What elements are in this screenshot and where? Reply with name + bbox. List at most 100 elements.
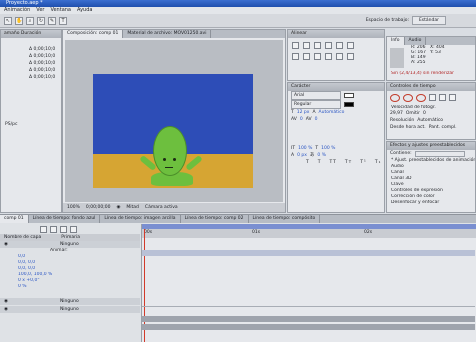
menu-animacion[interactable]: Animación: [4, 7, 30, 14]
fill-color-swatch[interactable]: [344, 93, 354, 98]
faux-bold-button[interactable]: T: [306, 159, 310, 166]
layer-2-parent[interactable]: Ninguno: [60, 298, 79, 305]
info-y: Y: 53: [430, 50, 441, 55]
horizontal-scale-value[interactable]: 100 %: [321, 145, 335, 152]
tab-timeline-comp01[interactable]: comp 01: [0, 215, 29, 223]
timeline-solo-icon[interactable]: [50, 225, 57, 233]
menu-ventana[interactable]: Ventana: [50, 7, 71, 14]
text-tool-icon[interactable]: T: [59, 16, 67, 25]
effects-category[interactable]: * Ajust. preestablecidos de animación: [387, 157, 475, 164]
tab-timeline-arcilla[interactable]: Línea de tiempo: imagen arcilla: [100, 215, 181, 223]
tab-footage[interactable]: Material de archivo: MOV01250.avi: [123, 30, 212, 38]
play-button[interactable]: [416, 94, 426, 102]
composition-viewer[interactable]: [65, 40, 283, 202]
tab-audio[interactable]: Audio: [405, 37, 427, 45]
quality-select[interactable]: Mitad: [126, 205, 139, 210]
effects-category[interactable]: Desenfocar y enfocar: [387, 200, 475, 206]
skip-label: Omitir: [405, 111, 420, 116]
workspace-label: Espacio de trabajo:: [365, 18, 409, 23]
audio-toggle-button[interactable]: [449, 94, 456, 101]
eye-icon[interactable]: ◉: [4, 306, 8, 313]
font-family-select[interactable]: Arial: [291, 91, 341, 100]
layer-bar[interactable]: [142, 324, 475, 330]
hand-tool-icon[interactable]: ✋: [15, 16, 23, 25]
align-center-button[interactable]: [303, 42, 310, 49]
fps-value[interactable]: 29,97: [390, 110, 403, 117]
layer-1-name[interactable]: [14, 241, 54, 248]
vertical-scale-value[interactable]: 100 %: [298, 145, 312, 152]
layer-2-name[interactable]: [14, 298, 54, 305]
tab-timeline-comp02[interactable]: Línea de tiempo: comp 02: [181, 215, 249, 223]
stroke-color-swatch[interactable]: [344, 102, 354, 107]
time-ruler[interactable]: 00s 01s 02s: [142, 229, 476, 238]
time-graph[interactable]: 00s 01s 02s: [141, 224, 476, 342]
full-screen-checkbox[interactable]: Pant. compl.: [429, 124, 457, 131]
layer-bar[interactable]: [142, 250, 475, 256]
previous-frame-button[interactable]: [403, 94, 413, 102]
all-caps-button[interactable]: TT: [330, 159, 337, 166]
project-item[interactable]: Δ 0;00;10;0: [1, 74, 61, 81]
align-top-button[interactable]: [325, 42, 332, 49]
align-middle-button[interactable]: [336, 42, 343, 49]
layer-bar[interactable]: [142, 316, 475, 322]
distribute-6-button[interactable]: [347, 53, 354, 60]
timeline-search-icon[interactable]: [40, 225, 47, 233]
small-caps-button[interactable]: Tт: [345, 159, 352, 166]
subscript-button[interactable]: T₁: [375, 159, 382, 166]
menu-ayuda[interactable]: Ayuda: [77, 7, 92, 14]
tab-timeline-composito[interactable]: Línea de tiempo: compósito: [249, 215, 321, 223]
distribute-4-button[interactable]: [325, 53, 332, 60]
project-item[interactable]: Δ 0;00;10;0: [1, 53, 61, 60]
layer-3-name[interactable]: [14, 306, 54, 313]
faux-italic-button[interactable]: T: [318, 159, 322, 166]
first-frame-button[interactable]: [390, 94, 400, 102]
tab-composition[interactable]: Composición: comp 01: [63, 30, 124, 38]
effects-search-input[interactable]: [414, 150, 465, 157]
eye-icon[interactable]: ◉: [4, 298, 8, 305]
distribute-3-button[interactable]: [314, 53, 321, 60]
project-panel: amaño Duración Δ 0;00;10;0 Δ 0;00;10;0 Δ…: [0, 29, 62, 213]
from-current-checkbox[interactable]: Desde hora act.: [390, 124, 426, 131]
timecode-display[interactable]: 0;00;00;00: [86, 205, 111, 210]
timeline-motion-blur-icon[interactable]: [60, 225, 67, 233]
workspace-select[interactable]: Estándar: [411, 16, 446, 25]
selection-tool-icon[interactable]: ↖: [4, 16, 12, 25]
project-item[interactable]: Δ 0;00;10;0: [1, 46, 61, 53]
pen-tool-icon[interactable]: ✎: [48, 16, 56, 25]
align-bottom-button[interactable]: [347, 42, 354, 49]
skip-value[interactable]: 0: [423, 110, 426, 117]
resolution-label: Resolución: [390, 118, 415, 123]
menu-ver[interactable]: Ver: [36, 7, 44, 14]
zoom-select[interactable]: 100%: [67, 205, 80, 210]
tab-info[interactable]: Info: [387, 37, 405, 45]
project-footer: PS/pc: [5, 122, 18, 127]
zoom-tool-icon[interactable]: ⌕: [26, 16, 34, 25]
timeline-graph-icon[interactable]: [70, 225, 77, 233]
project-item[interactable]: Δ 0;00;10;0: [1, 67, 61, 74]
tab-timeline-fondo[interactable]: Línea de tiempo: fondo azul: [29, 215, 101, 223]
eye-icon[interactable]: ◉: [4, 241, 8, 248]
distribute-5-button[interactable]: [336, 53, 343, 60]
align-right-button[interactable]: [314, 42, 321, 49]
tsume-value[interactable]: 0 %: [317, 152, 326, 159]
layer-3-parent[interactable]: Ninguno: [60, 306, 79, 313]
baseline-shift-value[interactable]: 0 px: [297, 152, 307, 159]
font-style-select[interactable]: Regular: [291, 100, 341, 109]
tracking-value[interactable]: 0: [315, 116, 318, 123]
leading-value[interactable]: Automático: [319, 109, 345, 116]
camera-icon[interactable]: ◉: [116, 205, 120, 210]
next-frame-button[interactable]: [429, 94, 436, 101]
distribute-1-button[interactable]: [292, 53, 299, 60]
project-item[interactable]: Δ 0;00;10;0: [1, 60, 61, 67]
align-left-button[interactable]: [292, 42, 299, 49]
font-size-value[interactable]: 12 px: [297, 109, 310, 116]
rotate-tool-icon[interactable]: ↻: [37, 16, 45, 25]
layer-1-parent[interactable]: Ninguno: [60, 241, 79, 248]
resolution-select[interactable]: Automático: [417, 117, 443, 124]
last-frame-button[interactable]: [439, 94, 446, 101]
camera-select[interactable]: Cámara activa: [145, 205, 178, 210]
character-eye-left: [163, 158, 166, 161]
superscript-button[interactable]: T¹: [360, 159, 367, 166]
kerning-value[interactable]: 0: [300, 116, 303, 123]
distribute-2-button[interactable]: [303, 53, 310, 60]
